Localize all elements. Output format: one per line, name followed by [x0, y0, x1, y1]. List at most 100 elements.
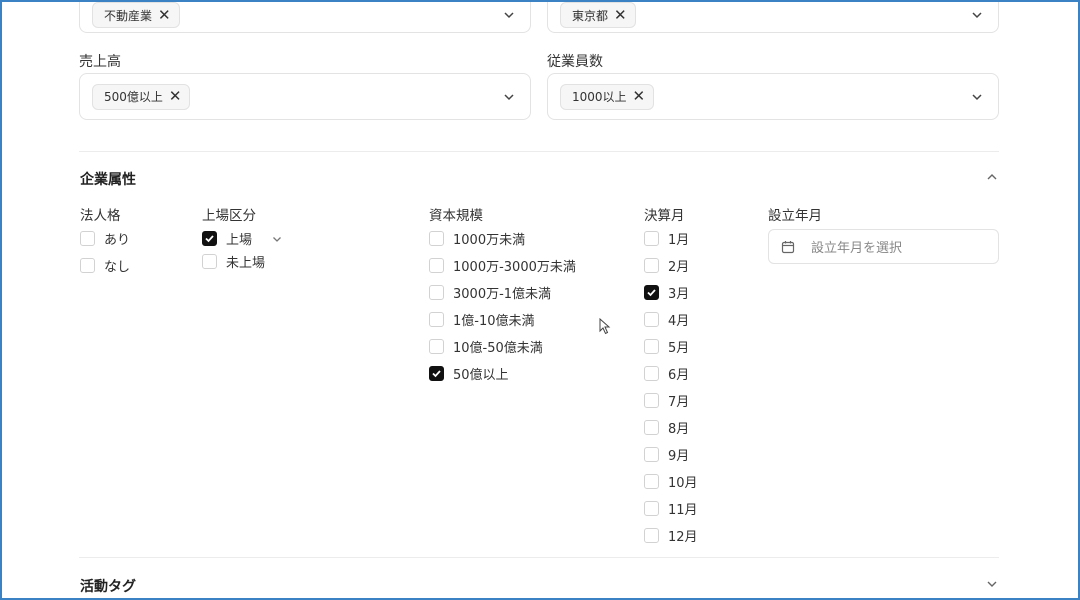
checkbox-capital[interactable]: 1000万-3000万未満: [429, 256, 576, 275]
checkbox[interactable]: [644, 339, 659, 354]
checkbox-label: 3000万-1億未満: [453, 287, 552, 302]
checkbox[interactable]: [644, 258, 659, 273]
close-icon[interactable]: ✕: [614, 7, 627, 23]
chevron-up-icon[interactable]: [985, 170, 999, 184]
checkbox-month[interactable]: 10月: [644, 472, 698, 491]
checkbox-label: 3月: [668, 287, 690, 302]
industry-chip: 不動産業 ✕: [92, 2, 180, 28]
divider: [79, 557, 999, 558]
checkbox[interactable]: [429, 366, 444, 381]
chevron-down-icon[interactable]: [970, 8, 984, 22]
checkbox[interactable]: [429, 285, 444, 300]
checkbox-corporate-no[interactable]: なし: [80, 256, 130, 275]
chevron-down-icon[interactable]: [502, 90, 516, 104]
checkbox-label: 5月: [668, 341, 690, 356]
region-chip: 東京都 ✕: [560, 2, 636, 28]
close-icon[interactable]: ✕: [158, 7, 171, 23]
checkbox-corporate-yes[interactable]: あり: [80, 229, 130, 248]
checkbox-label: なし: [104, 260, 131, 275]
checkbox-label: 1月: [668, 233, 690, 248]
checkbox-label: 未上場: [226, 256, 266, 271]
chevron-down-icon[interactable]: [970, 90, 984, 104]
founded-date-input[interactable]: 設立年月を選択: [768, 229, 999, 264]
employees-chip: 1000以上 ✕: [560, 83, 655, 110]
industry-chip-label: 不動産業: [104, 8, 153, 23]
chevron-down-icon[interactable]: [502, 8, 516, 22]
sales-label: 売上高: [79, 54, 121, 70]
checkbox[interactable]: [644, 393, 659, 408]
checkbox-month[interactable]: 11月: [644, 499, 698, 518]
employees-label: 従業員数: [547, 54, 603, 70]
capital-label: 資本規模: [429, 208, 483, 224]
close-icon[interactable]: ✕: [633, 89, 646, 104]
checkbox-month[interactable]: 2月: [644, 256, 689, 275]
checkbox-label: 12月: [668, 530, 698, 545]
corporate-label: 法人格: [80, 208, 121, 224]
section-title-company-attributes: 企業属性: [80, 172, 136, 188]
mouse-pointer-icon: [599, 318, 611, 335]
employees-chip-label: 1000以上: [572, 90, 627, 104]
checkbox[interactable]: [644, 285, 659, 300]
sales-select[interactable]: 500億以上 ✕: [79, 73, 531, 120]
checkbox-month[interactable]: 3月: [644, 283, 689, 302]
checkbox-label: 9月: [668, 449, 690, 464]
checkbox-label: 1000万未満: [453, 233, 526, 248]
checkbox-label: 上場: [226, 233, 253, 248]
checkbox[interactable]: [644, 420, 659, 435]
checkbox-label: 8月: [668, 422, 690, 437]
checkbox[interactable]: [429, 312, 444, 327]
checkbox-label: 4月: [668, 314, 690, 329]
checkbox[interactable]: [644, 231, 659, 246]
checkbox-label: 1億-10億未満: [453, 314, 535, 329]
checkbox-month[interactable]: 9月: [644, 445, 689, 464]
checkbox-unlisted[interactable]: 未上場: [202, 252, 265, 271]
divider: [79, 151, 999, 152]
checkbox-label: 10億-50億未満: [453, 341, 543, 356]
close-icon[interactable]: ✕: [169, 89, 182, 104]
sales-chip: 500億以上 ✕: [92, 83, 191, 110]
calendar-icon: [781, 240, 795, 253]
checkbox[interactable]: [80, 231, 95, 246]
checkbox[interactable]: [429, 258, 444, 273]
checkbox[interactable]: [644, 474, 659, 489]
checkbox-label: あり: [104, 233, 131, 248]
checkbox[interactable]: [429, 231, 444, 246]
checkbox[interactable]: [429, 339, 444, 354]
checkbox[interactable]: [644, 501, 659, 516]
checkbox-listed[interactable]: 上場: [202, 229, 283, 248]
region-select[interactable]: 東京都 ✕: [547, 0, 999, 33]
checkbox-month[interactable]: 7月: [644, 391, 689, 410]
checkbox-label: 6月: [668, 368, 690, 383]
checkbox-month[interactable]: 5月: [644, 337, 689, 356]
fiscal-month-label: 決算月: [644, 208, 685, 224]
chevron-down-icon[interactable]: [271, 233, 283, 245]
checkbox[interactable]: [202, 254, 217, 269]
checkbox-month[interactable]: 6月: [644, 364, 689, 383]
checkbox[interactable]: [644, 447, 659, 462]
employees-select[interactable]: 1000以上 ✕: [547, 73, 999, 120]
sales-chip-label: 500億以上: [104, 90, 163, 104]
checkbox-label: 1000万-3000万未満: [453, 260, 576, 275]
checkbox-month[interactable]: 8月: [644, 418, 689, 437]
checkbox-capital[interactable]: 10億-50億未満: [429, 337, 543, 356]
checkbox-capital[interactable]: 50億以上: [429, 364, 509, 383]
checkbox-month[interactable]: 12月: [644, 526, 698, 545]
checkbox-capital[interactable]: 3000万-1億未満: [429, 283, 551, 302]
listing-label: 上場区分: [202, 208, 256, 224]
founded-label: 設立年月: [768, 208, 822, 224]
checkbox[interactable]: [202, 231, 217, 246]
checkbox-capital[interactable]: 1000万未満: [429, 229, 525, 248]
checkbox-label: 11月: [668, 503, 698, 518]
checkbox-month[interactable]: 1月: [644, 229, 689, 248]
checkbox[interactable]: [644, 528, 659, 543]
checkbox-label: 10月: [668, 476, 698, 491]
checkbox[interactable]: [644, 366, 659, 381]
section-title-activity-tags: 活動タグ: [80, 579, 136, 595]
region-chip-label: 東京都: [572, 8, 609, 23]
checkbox-capital[interactable]: 1億-10億未満: [429, 310, 535, 329]
checkbox-month[interactable]: 4月: [644, 310, 689, 329]
chevron-down-icon[interactable]: [985, 577, 999, 591]
checkbox[interactable]: [644, 312, 659, 327]
checkbox[interactable]: [80, 258, 95, 273]
industry-select[interactable]: 不動産業 ✕: [79, 0, 531, 33]
